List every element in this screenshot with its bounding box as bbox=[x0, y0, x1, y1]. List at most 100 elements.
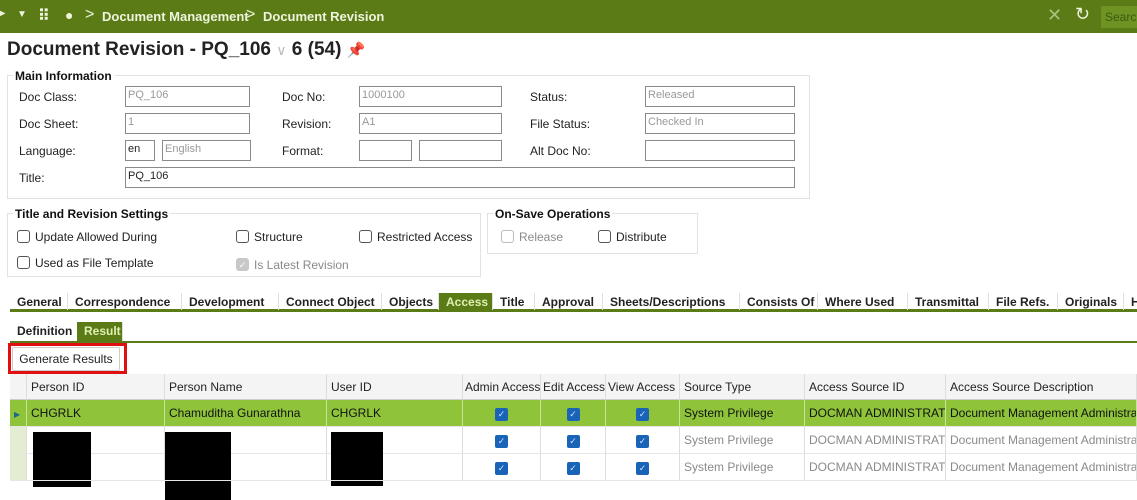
revision-field[interactable]: A1 bbox=[359, 113, 502, 134]
cell-edit[interactable]: ✓ bbox=[541, 454, 606, 481]
update-allowed-checkbox[interactable] bbox=[17, 230, 30, 243]
checked-checkbox-icon[interactable]: ✓ bbox=[636, 435, 649, 448]
checked-checkbox-icon[interactable]: ✓ bbox=[495, 435, 508, 448]
cell-view[interactable]: ✓ bbox=[606, 400, 680, 427]
chevron-right-icon: > bbox=[85, 6, 95, 23]
row-selector[interactable] bbox=[10, 427, 27, 454]
column-header-person-id[interactable]: Person ID bbox=[27, 374, 165, 401]
row-selector[interactable] bbox=[10, 454, 27, 481]
back-arrow-icon[interactable]: ▸ bbox=[0, 8, 5, 19]
cell-admin[interactable]: ✓ bbox=[463, 427, 541, 454]
subtab-definition[interactable]: Definition bbox=[10, 322, 77, 339]
row-selector[interactable]: ▶ bbox=[10, 400, 27, 427]
doc-no-field[interactable]: 1000100 bbox=[359, 86, 502, 107]
checked-checkbox-icon[interactable]: ✓ bbox=[636, 462, 649, 475]
top-bar: ▸ ▼ ⠿ ● > Document Management > Document… bbox=[0, 0, 1137, 33]
column-header-source-id[interactable]: Access Source ID bbox=[805, 374, 946, 401]
cell-source-id: DOCMAN ADMINISTRATOR bbox=[805, 427, 946, 454]
cell-person-id: CHGRLK bbox=[27, 400, 165, 427]
cell-user-id bbox=[327, 454, 463, 481]
latest-revision-label: Is Latest Revision bbox=[254, 258, 349, 272]
onsave-legend: On-Save Operations bbox=[493, 207, 613, 221]
cell-admin[interactable]: ✓ bbox=[463, 454, 541, 481]
column-header-source-desc[interactable]: Access Source Description bbox=[946, 374, 1137, 401]
cell-view[interactable]: ✓ bbox=[606, 454, 680, 481]
language-name-field[interactable]: English bbox=[162, 140, 251, 161]
current-row-icon: ▶ bbox=[14, 410, 21, 419]
distribute-checkbox[interactable] bbox=[598, 230, 611, 243]
checked-checkbox-icon[interactable]: ✓ bbox=[566, 462, 580, 475]
column-header-edit[interactable]: Edit Access bbox=[541, 374, 606, 401]
cell-view[interactable]: ✓ bbox=[606, 427, 680, 454]
checked-checkbox-icon[interactable]: ✓ bbox=[566, 408, 580, 421]
tab-file-refs-[interactable]: File Refs. bbox=[989, 293, 1058, 310]
tab-general[interactable]: General bbox=[10, 293, 68, 310]
format-field-1[interactable] bbox=[359, 140, 412, 161]
pin-icon[interactable]: 📌 bbox=[347, 42, 366, 59]
tab-transmittal[interactable]: Transmittal bbox=[908, 293, 989, 310]
alt-doc-no-field[interactable] bbox=[645, 140, 795, 161]
refresh-icon[interactable]: ↻ bbox=[1075, 4, 1090, 25]
breadcrumb-document-revision[interactable]: Document Revision bbox=[263, 9, 384, 24]
tab-hi[interactable]: Hi bbox=[1124, 293, 1137, 310]
chevron-down-icon[interactable]: ∨ bbox=[276, 42, 286, 58]
restricted-access-checkbox[interactable] bbox=[359, 230, 372, 243]
cell-edit[interactable]: ✓ bbox=[541, 400, 606, 427]
file-template-checkbox[interactable] bbox=[17, 256, 30, 269]
release-checkbox bbox=[501, 230, 514, 243]
cell-source-desc: Document Management Administrator bbox=[946, 427, 1137, 454]
cell-person-id bbox=[27, 454, 165, 481]
tab-objects[interactable]: Objects bbox=[382, 293, 439, 310]
cell-edit[interactable]: ✓ bbox=[541, 427, 606, 454]
tab-sheets-descriptions[interactable]: Sheets/Descriptions bbox=[603, 293, 740, 310]
cell-source-desc: Document Management Administrator bbox=[946, 400, 1137, 427]
doc-class-label: Doc Class: bbox=[19, 90, 78, 104]
column-header-person-name[interactable]: Person Name bbox=[165, 374, 327, 401]
language-code-field[interactable]: en bbox=[125, 140, 155, 161]
title-text: Document Revision - PQ_106 bbox=[7, 39, 271, 60]
tab-development[interactable]: Development bbox=[182, 293, 279, 310]
structure-checkbox[interactable] bbox=[236, 230, 249, 243]
cell-admin[interactable]: ✓ bbox=[463, 400, 541, 427]
checked-checkbox-icon[interactable]: ✓ bbox=[636, 408, 649, 421]
column-header-admin[interactable]: Admin Access bbox=[463, 374, 541, 401]
status-label: Status: bbox=[530, 90, 568, 104]
tab-where-used[interactable]: Where Used bbox=[818, 293, 908, 310]
settings-legend: Title and Revision Settings bbox=[13, 207, 171, 221]
column-header-user-id[interactable]: User ID bbox=[327, 374, 463, 401]
dropdown-icon[interactable]: ▼ bbox=[17, 9, 27, 20]
tab-connect-object[interactable]: Connect Object bbox=[279, 293, 382, 310]
tab-approval[interactable]: Approval bbox=[535, 293, 603, 310]
format-field-2[interactable] bbox=[419, 140, 502, 161]
tab-correspondence[interactable]: Correspondence bbox=[68, 293, 182, 310]
file-status-field[interactable]: Checked In bbox=[645, 113, 795, 134]
revision-label: Revision: bbox=[282, 117, 332, 131]
checked-checkbox-icon[interactable]: ✓ bbox=[495, 462, 508, 475]
doc-class-field[interactable]: PQ_106 bbox=[125, 86, 250, 107]
apps-grid-icon[interactable]: ⠿ bbox=[38, 6, 50, 26]
cell-person-name bbox=[165, 454, 327, 481]
tab-title[interactable]: Title bbox=[493, 293, 535, 310]
checked-checkbox-icon[interactable]: ✓ bbox=[566, 435, 580, 448]
column-header-view[interactable]: View Access bbox=[606, 374, 680, 401]
breadcrumb-document-management[interactable]: Document Management bbox=[102, 9, 249, 24]
doc-sheet-field[interactable]: 1 bbox=[125, 113, 250, 134]
tab-originals[interactable]: Originals bbox=[1058, 293, 1124, 310]
row-selector-header bbox=[10, 374, 27, 401]
title-field[interactable]: PQ_106 bbox=[125, 167, 795, 188]
cell-source-type: System Privilege bbox=[680, 427, 805, 454]
cell-source-desc: Document Management Administrator bbox=[946, 454, 1137, 481]
status-field[interactable]: Released bbox=[645, 86, 795, 107]
doc-sheet-label: Doc Sheet: bbox=[19, 117, 79, 131]
column-header-source-type[interactable]: Source Type bbox=[680, 374, 805, 401]
doc-no-label: Doc No: bbox=[282, 90, 326, 104]
language-label: Language: bbox=[19, 144, 76, 158]
chevron-right-icon: > bbox=[246, 6, 256, 23]
title-label: Title: bbox=[19, 171, 45, 185]
checked-checkbox-icon[interactable]: ✓ bbox=[495, 408, 508, 421]
tab-consists-of[interactable]: Consists Of bbox=[740, 293, 818, 310]
subtab-result[interactable]: Result bbox=[77, 322, 123, 341]
close-icon[interactable]: ✕ bbox=[1047, 5, 1062, 26]
tab-access[interactable]: Access bbox=[439, 293, 493, 310]
search-input[interactable]: Search bbox=[1101, 6, 1137, 28]
